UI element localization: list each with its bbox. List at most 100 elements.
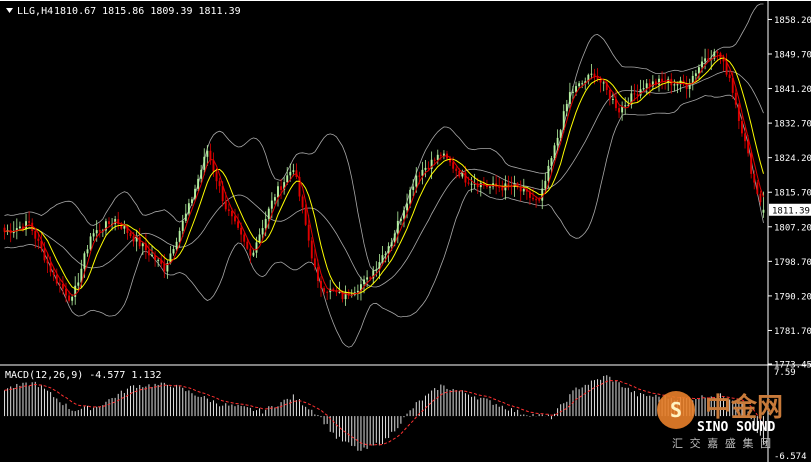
candle	[504, 175, 507, 200]
candle-body	[421, 169, 424, 176]
candle-body	[611, 98, 614, 100]
chart-window[interactable]: 1858.20 1849.70 1841.20 1832.70 1824.20 1815.…	[0, 0, 811, 462]
candle	[71, 294, 74, 306]
candle	[360, 276, 362, 301]
price-tick-label: 1807.20	[774, 223, 811, 233]
candle-body	[264, 218, 267, 229]
candle	[421, 161, 424, 185]
candle-body	[68, 295, 71, 301]
candle	[237, 213, 240, 230]
candle-body	[596, 77, 599, 79]
candle-body	[215, 171, 218, 182]
candle-body	[240, 227, 243, 235]
last-price-label: 1811.39	[772, 206, 810, 216]
candle-body	[252, 252, 255, 256]
candle	[654, 78, 657, 88]
candle	[495, 175, 498, 195]
price-tick-label: 1849.70	[774, 51, 811, 61]
candle	[89, 233, 92, 252]
candle-body	[172, 249, 175, 254]
candle-body	[313, 258, 316, 268]
price-tick-label: 1815.70	[774, 189, 811, 199]
candle-body	[46, 260, 49, 264]
candle	[104, 218, 107, 237]
candle-body	[191, 199, 193, 204]
candle-body	[178, 230, 181, 242]
candle	[667, 76, 670, 92]
macd-tick-label: -6.574	[774, 452, 807, 462]
candle	[15, 218, 18, 240]
candle	[507, 175, 510, 191]
candle-body	[734, 92, 737, 105]
candle-body	[197, 178, 200, 189]
candle	[283, 177, 286, 195]
candle	[670, 73, 673, 94]
candle	[61, 276, 64, 295]
candle-body	[316, 267, 319, 281]
candle-body	[108, 221, 110, 225]
candle-body	[403, 210, 405, 219]
candle-body	[568, 92, 571, 104]
candle-body	[737, 104, 740, 122]
candle	[728, 70, 731, 82]
candle	[273, 193, 276, 205]
candle	[685, 75, 688, 99]
dropdown-triangle-icon[interactable]	[6, 8, 13, 13]
price-tick-label: 1824.20	[774, 154, 811, 164]
candle	[187, 198, 190, 216]
candle	[661, 71, 664, 90]
candle-body	[34, 230, 37, 239]
candle-body	[697, 67, 700, 74]
candle	[639, 79, 642, 99]
candle-body	[409, 189, 412, 204]
candle-body	[270, 200, 273, 209]
macd-indicator[interactable]	[4, 375, 764, 451]
watermark-logo-glyph: S	[670, 398, 682, 422]
candle-body	[608, 89, 611, 100]
price-tick-label: 1781.70	[774, 327, 811, 337]
candle-body	[704, 58, 707, 62]
candle-body	[750, 153, 753, 174]
candle-body	[716, 51, 719, 54]
candle-body	[547, 165, 550, 181]
candle	[344, 285, 347, 306]
candle	[18, 221, 21, 231]
candle	[673, 79, 676, 92]
candle-body	[289, 171, 292, 176]
candle	[587, 73, 590, 85]
candle	[636, 84, 639, 103]
candle-body	[129, 232, 132, 237]
candle-body	[320, 280, 322, 289]
candle	[387, 242, 390, 263]
price-axis[interactable]: 1858.20 1849.70 1841.20 1832.70 1824.20 1815.…	[768, 16, 811, 371]
candle-body	[332, 288, 335, 291]
watermark-cn-subtitle: 汇 交 嘉 盛 集 团	[672, 436, 771, 450]
candle	[197, 174, 200, 191]
candle-body	[658, 78, 660, 85]
candle-body	[519, 187, 522, 192]
candle-body	[645, 83, 648, 89]
candle-body	[141, 243, 144, 247]
candle-body	[184, 213, 187, 221]
candle	[98, 223, 101, 238]
candle-body	[147, 250, 150, 256]
candle-body	[280, 186, 283, 191]
candle-body	[633, 93, 636, 95]
candle-body	[200, 169, 203, 179]
candle	[6, 224, 9, 236]
candle	[298, 171, 301, 202]
ohlc-values: 1810.67 1815.86 1809.39 1811.39	[54, 6, 241, 17]
candle-body	[55, 274, 58, 284]
macd-tick-label: 7.59	[774, 368, 796, 378]
candle-body	[301, 196, 304, 208]
candle-body	[701, 61, 703, 68]
candle-body	[744, 133, 746, 142]
candle	[519, 180, 522, 202]
candle-body	[624, 105, 627, 107]
candle-body	[418, 175, 421, 177]
candle	[528, 187, 531, 206]
candle-body	[52, 272, 55, 275]
candle-body	[123, 226, 126, 229]
candle	[117, 211, 120, 230]
candle	[479, 180, 482, 197]
